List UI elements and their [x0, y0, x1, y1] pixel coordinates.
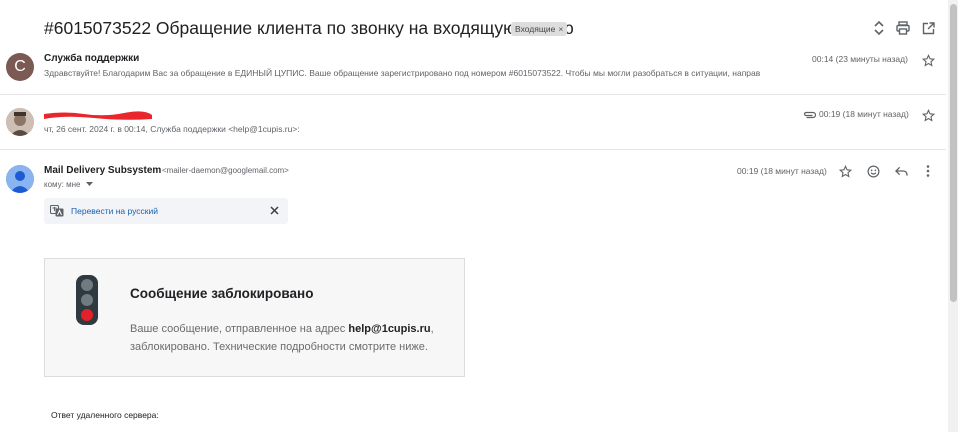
- star-icon: [838, 164, 852, 178]
- label-chip-inbox[interactable]: Входящие ×: [511, 22, 568, 36]
- star-button[interactable]: [838, 164, 852, 178]
- unfold-icon: [874, 21, 884, 35]
- sender-name[interactable]: Mail Delivery Subsystem: [44, 165, 161, 176]
- attachment-indicator: [802, 107, 816, 121]
- message-time: 00:14 (23 минуты назад): [812, 54, 908, 64]
- translate-icon: [50, 205, 64, 217]
- avatar: [6, 165, 34, 193]
- message-snippet: Здравствуйте! Благодарим Вас за обращени…: [44, 68, 761, 78]
- more-options-button[interactable]: [921, 164, 935, 178]
- more-vert-icon: [926, 165, 930, 177]
- open-in-new-icon: [922, 21, 935, 34]
- blocked-address: help@1cupis.ru: [348, 323, 431, 335]
- lamp-red: [81, 309, 93, 321]
- lamp-middle: [81, 294, 93, 306]
- scrollbar-thumb[interactable]: [950, 4, 957, 302]
- avatar-photo: [6, 108, 34, 136]
- blocked-body-prefix: Ваше сообщение, отправленное на адрес: [130, 323, 349, 335]
- expand-all-button[interactable]: [870, 19, 888, 37]
- paperclip-icon: [803, 111, 816, 118]
- default-person-icon: [6, 165, 34, 193]
- translate-close-button[interactable]: [268, 204, 280, 216]
- lamp-top: [81, 279, 93, 291]
- message-collapsed-support[interactable]: С Служба поддержки Здравствуйте! Благода…: [0, 44, 946, 94]
- message-collapsed-reply[interactable]: чт, 26 сент. 2024 г. в 00:14, Служба под…: [0, 95, 946, 149]
- blocked-body: Ваше сообщение, отправленное на адрес he…: [130, 320, 460, 356]
- star-icon: [921, 108, 935, 122]
- printer-icon: [896, 21, 910, 35]
- redacted-sender: [44, 111, 152, 120]
- label-chip-text: Входящие: [515, 24, 556, 34]
- avatar: [6, 108, 34, 136]
- open-new-window-button[interactable]: [919, 19, 937, 37]
- reply-icon: [894, 166, 908, 176]
- message-time: 00:19 (18 минут назад): [819, 109, 909, 119]
- message-time: 00:19 (18 минут назад): [737, 166, 827, 176]
- blocked-message-card: Сообщение заблокировано Ваше сообщение, …: [44, 258, 465, 377]
- reply-button[interactable]: [894, 164, 908, 178]
- blocked-body-line2: заблокировано. Технические подробности с…: [130, 341, 428, 353]
- message-snippet: чт, 26 сент. 2024 г. в 00:14, Служба под…: [44, 124, 300, 134]
- recipient-details-toggle[interactable]: кому: мне: [44, 180, 93, 189]
- remote-server-response-label: Ответ удаленного сервера:: [51, 410, 159, 420]
- print-button[interactable]: [894, 19, 912, 37]
- blocked-title: Сообщение заблокировано: [130, 286, 314, 301]
- translate-link[interactable]: Перевести на русский: [71, 206, 158, 216]
- thread-subject: #6015073522 Обращение клиента по звонку …: [44, 18, 574, 38]
- translate-bar: Перевести на русский: [44, 198, 288, 224]
- star-icon: [921, 53, 935, 67]
- star-button[interactable]: [921, 53, 935, 67]
- thread-header: #6015073522 Обращение клиента по звонку …: [0, 0, 946, 44]
- label-remove-icon[interactable]: ×: [558, 24, 563, 34]
- add-reaction-button[interactable]: [866, 164, 880, 178]
- avatar: С: [6, 53, 34, 81]
- traffic-light-icon: [76, 275, 98, 325]
- star-button[interactable]: [921, 108, 935, 122]
- to-line: кому: мне: [44, 180, 81, 189]
- sender-email: <mailer-daemon@googlemail.com>: [162, 166, 289, 175]
- emoji-icon: [867, 165, 879, 177]
- blocked-body-suffix: ,: [430, 323, 434, 335]
- sender-name: Служба поддержки: [44, 53, 140, 64]
- caret-down-icon: [85, 182, 93, 187]
- close-icon: [269, 205, 279, 215]
